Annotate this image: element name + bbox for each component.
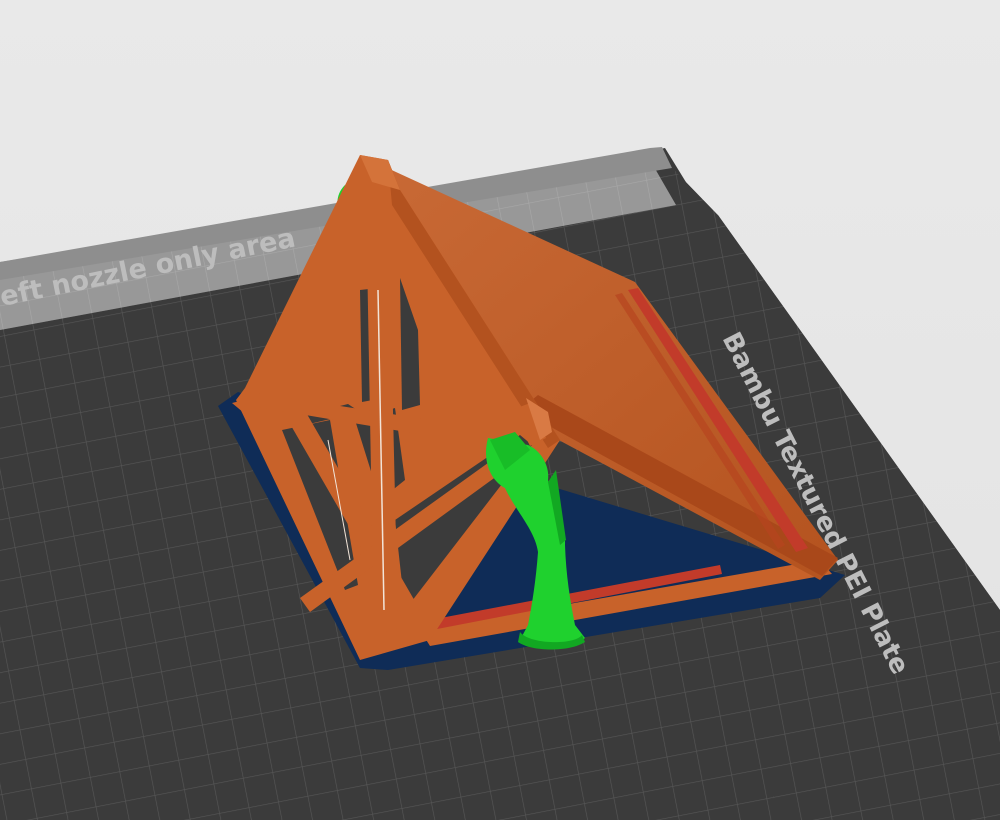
3d-viewport[interactable]: eft nozzle only area Bambu Textured PEI … bbox=[0, 0, 1000, 820]
scene-canvas: eft nozzle only area Bambu Textured PEI … bbox=[0, 147, 1000, 820]
